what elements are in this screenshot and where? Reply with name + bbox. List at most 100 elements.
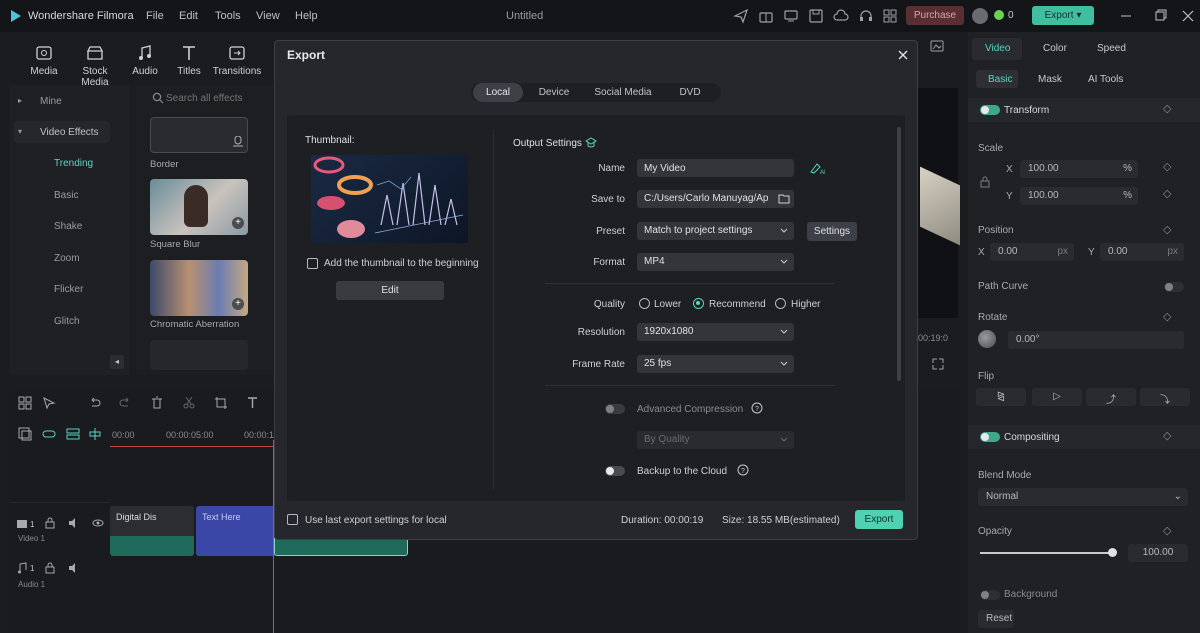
folder-icon[interactable] [778,193,790,204]
subcategory-zoom[interactable]: Zoom [54,253,80,264]
position-x-input[interactable]: 0.00 px [990,243,1074,261]
compression-mode-select[interactable]: By Quality [637,431,794,449]
scale-x-input[interactable]: 100.00% [1020,160,1138,178]
scissors-icon[interactable] [182,396,196,410]
clip-digital[interactable]: Digital Dis [110,506,194,556]
delete-icon[interactable] [150,396,164,410]
export-button[interactable]: Export [855,510,903,529]
layout-grid-icon[interactable] [18,396,32,410]
edit-thumbnail-button[interactable]: Edit [336,281,444,300]
keyframe-icon[interactable]: ◇ [1163,429,1171,442]
ai-rename-icon[interactable]: AI [809,161,825,175]
menu-help[interactable]: Help [295,10,318,22]
speaker-icon[interactable] [68,517,80,529]
opacity-input[interactable]: 100.00 [1128,544,1188,562]
compositing-toggle[interactable] [980,432,1000,442]
effect-thumb-chromatic-aberration[interactable]: + [150,260,248,316]
avatar[interactable] [972,8,988,24]
name-input[interactable] [637,159,794,177]
send-icon[interactable] [733,8,749,24]
help-icon[interactable]: ? [751,402,763,414]
select-tool-icon[interactable] [42,396,56,410]
rotate-cw-button[interactable]: ⤴ [1086,388,1136,406]
keyframe-icon[interactable]: ◇ [1163,102,1171,115]
opacity-slider-handle[interactable] [1108,548,1117,557]
rotate-ccw-button[interactable]: ⤵ [1140,388,1190,406]
add-icon[interactable]: + [232,217,244,229]
tool-titles[interactable]: Titles [176,44,202,77]
purchase-button[interactable]: Purchase [906,6,964,25]
tool-stock-media[interactable]: Stock Media [68,44,122,88]
format-select[interactable]: MP4 [637,253,794,271]
flip-vertical-button[interactable]: ▷ [1032,388,1082,406]
preset-select[interactable]: Match to project settings [637,222,794,240]
subcategory-basic[interactable]: Basic [54,190,78,201]
subtab-basic[interactable]: Basic [988,74,1012,85]
gift-icon[interactable] [758,8,774,24]
use-last-settings-checkbox[interactable] [287,514,298,525]
menu-tools[interactable]: Tools [215,10,241,22]
category-mine[interactable]: Mine [40,96,62,107]
headset-icon[interactable] [858,8,874,24]
subcategory-flicker[interactable]: Flicker [54,284,83,295]
search-input[interactable] [166,90,270,106]
tool-media[interactable]: Media [30,44,58,77]
top-export-button[interactable]: Export ▾ [1032,6,1094,25]
subtab-mask[interactable]: Mask [1038,74,1062,85]
quality-recommend-radio[interactable] [693,298,704,309]
track-align-icon[interactable] [66,427,80,441]
background-toggle[interactable] [980,590,1000,600]
tab-speed[interactable]: Speed [1097,43,1126,54]
position-y-input[interactable]: 0.00 px [1100,243,1184,261]
fullscreen-icon[interactable] [932,358,944,370]
subtab-ai-tools[interactable]: AI Tools [1088,74,1123,85]
tool-transitions[interactable]: Transitions [212,44,262,77]
backup-cloud-toggle[interactable] [605,466,625,476]
add-icon[interactable]: + [232,298,244,310]
minimize-icon[interactable] [1118,8,1134,24]
tab-social-media[interactable]: Social Media [587,83,659,102]
quality-lower-radio[interactable] [639,298,650,309]
tab-color[interactable]: Color [1043,43,1067,54]
tab-video[interactable]: Video [985,43,1010,54]
clip-text[interactable]: Text Here [196,506,276,556]
help-icon[interactable]: ? [737,464,749,476]
text-tool-icon[interactable] [246,396,260,410]
subcategory-trending[interactable]: Trending [54,158,93,169]
tab-local[interactable]: Local [473,83,523,102]
cloud-upload-icon[interactable] [833,8,849,24]
lock-icon[interactable] [44,562,56,574]
blend-mode-select[interactable]: Normal ⌄ [978,488,1188,506]
quality-higher-radio[interactable] [775,298,786,309]
snapshot-icon[interactable] [930,40,944,52]
transform-toggle[interactable] [980,105,1000,115]
subcategory-shake[interactable]: Shake [54,221,82,232]
lock-icon[interactable] [44,517,56,529]
crop-icon[interactable] [214,396,228,410]
eye-icon[interactable] [92,517,104,529]
subcategory-glitch[interactable]: Glitch [54,316,80,327]
collapse-panel-icon[interactable]: ◂ [110,355,124,369]
effect-thumb-square-blur[interactable]: + [150,179,248,235]
close-icon[interactable] [895,47,911,63]
effect-thumb-next[interactable] [150,340,248,370]
keyframe-icon[interactable]: ◇ [1163,310,1171,323]
restore-icon[interactable] [1152,8,1168,24]
add-thumbnail-checkbox[interactable] [307,258,318,269]
scale-y-input[interactable]: 100.00% [1020,187,1138,205]
tab-device[interactable]: Device [529,83,579,102]
grid-icon[interactable] [882,8,898,24]
chain-lock-icon[interactable] [980,176,990,188]
rotate-dial[interactable] [978,330,996,348]
opacity-slider-track[interactable] [980,552,1112,554]
save-icon[interactable] [808,8,824,24]
menu-edit[interactable]: Edit [179,10,198,22]
expand-arrow-icon[interactable]: ▸ [18,96,22,105]
advanced-compression-toggle[interactable] [605,404,625,414]
keyframe-icon[interactable]: ◇ [1163,524,1171,537]
tool-audio[interactable]: Audio [130,44,160,77]
rotate-input[interactable]: 0.00° [1008,331,1184,349]
link-icon[interactable] [42,427,56,441]
undo-icon[interactable] [88,396,102,410]
category-video-effects[interactable]: ▾ Video Effects [14,121,110,143]
